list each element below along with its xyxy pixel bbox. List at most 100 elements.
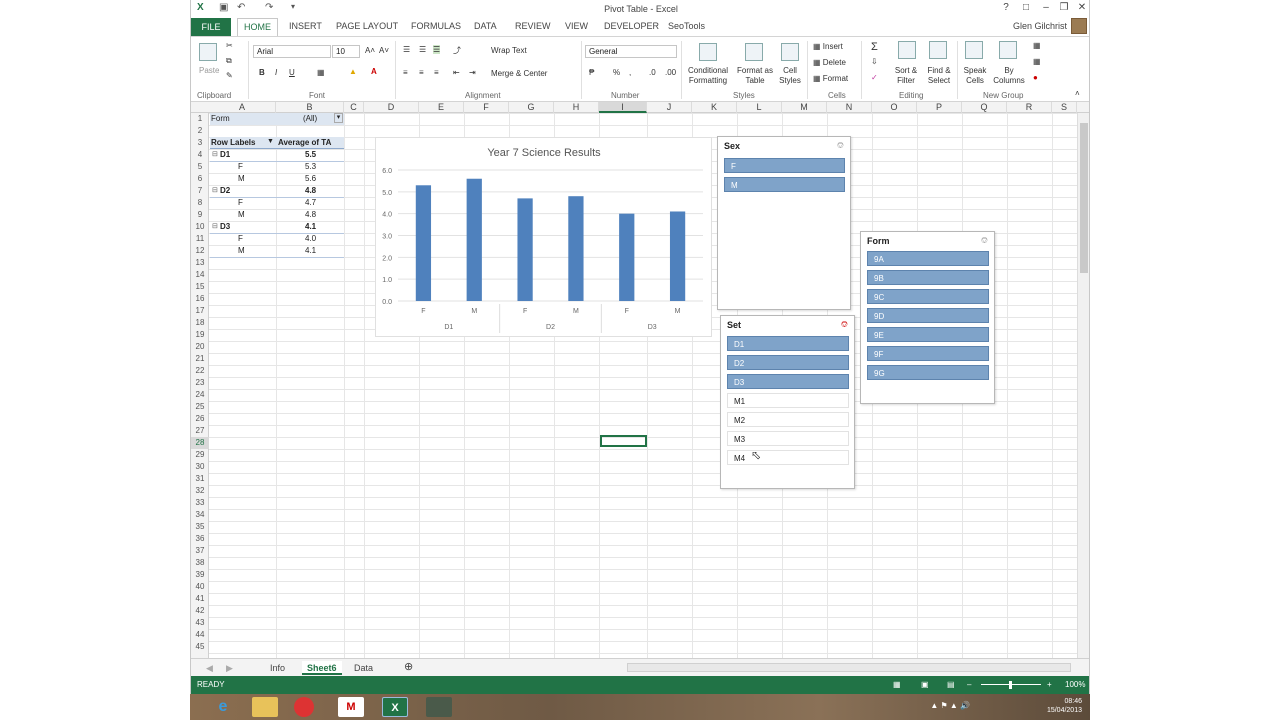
merge-center-button[interactable]: Merge & Center: [491, 69, 547, 78]
insert-cells-button[interactable]: ▦ Insert: [813, 42, 843, 51]
conditional-formatting-icon[interactable]: [699, 43, 717, 61]
page-layout-icon[interactable]: ▣: [921, 676, 929, 694]
tab-view[interactable]: VIEW: [565, 21, 588, 31]
tab-developer[interactable]: DEVELOPER: [604, 21, 659, 31]
set-slicer[interactable]: Set ⎊ D1 D2 D3 M1 M2 M3 M4: [720, 315, 855, 489]
slicer-item-9a[interactable]: 9A: [867, 251, 989, 266]
clear-filter-icon[interactable]: ⎊: [841, 319, 848, 330]
sort-filter-icon[interactable]: [898, 41, 916, 59]
horizontal-scrollbar[interactable]: [627, 663, 1071, 672]
row-header[interactable]: 45: [191, 641, 209, 653]
increase-indent-icon[interactable]: ⇥: [469, 68, 476, 77]
pivot-row-label[interactable]: F: [238, 162, 243, 171]
user-name[interactable]: Glen Gilchrist: [1013, 21, 1067, 31]
close-icon[interactable]: ✕: [1075, 2, 1089, 13]
explorer-icon[interactable]: [252, 697, 278, 717]
row-header[interactable]: 16: [191, 293, 209, 305]
row-header[interactable]: 7: [191, 185, 209, 197]
column-header[interactable]: J: [647, 102, 692, 113]
clear-filter-icon[interactable]: ⎊: [981, 235, 988, 246]
row-header[interactable]: 18: [191, 317, 209, 329]
row-header[interactable]: 15: [191, 281, 209, 293]
row-header[interactable]: 35: [191, 521, 209, 533]
pivot-row-label[interactable]: M: [238, 174, 245, 183]
row-header[interactable]: 38: [191, 557, 209, 569]
percent-icon[interactable]: %: [613, 68, 620, 77]
wrap-text-button[interactable]: Wrap Text: [491, 46, 527, 55]
pivot-row-label[interactable]: M: [238, 210, 245, 219]
conditional-formatting-button[interactable]: Conditional Formatting: [684, 66, 732, 86]
italic-button[interactable]: I: [275, 68, 277, 77]
borders-icon[interactable]: ▦: [317, 68, 325, 77]
row-header[interactable]: 2: [191, 125, 209, 137]
column-header[interactable]: A: [209, 102, 276, 113]
row-header[interactable]: 9: [191, 209, 209, 221]
cell-styles-button[interactable]: Cell Styles: [775, 66, 805, 86]
speak-cells-icon[interactable]: [965, 41, 983, 59]
column-header[interactable]: D: [364, 102, 419, 113]
slicer-item-9b[interactable]: 9B: [867, 270, 989, 285]
tab-formulas[interactable]: FORMULAS: [411, 21, 461, 31]
align-center-icon[interactable]: ≡: [419, 68, 424, 77]
ie-icon[interactable]: e: [210, 697, 236, 717]
clear-filter-icon[interactable]: ⎊: [837, 140, 844, 151]
add-sheet-icon[interactable]: ⊕: [399, 661, 418, 675]
pivot-row-label[interactable]: F: [238, 198, 243, 207]
cell-styles-icon[interactable]: [781, 43, 799, 61]
help-icon[interactable]: ?: [999, 2, 1013, 13]
pivot-chart[interactable]: Year 7 Science Results 0.0 1.0 2.0 3.0 4.0 5.0…: [375, 137, 712, 337]
row-header[interactable]: 5: [191, 161, 209, 173]
autosum-icon[interactable]: Σ: [871, 41, 878, 53]
row-header[interactable]: 44: [191, 629, 209, 641]
slicer-item-m[interactable]: M: [724, 177, 845, 192]
row-header[interactable]: 36: [191, 533, 209, 545]
slicer-item-m3[interactable]: M3: [727, 431, 849, 446]
by-columns-button[interactable]: By Columns: [991, 66, 1027, 86]
row-header[interactable]: 13: [191, 257, 209, 269]
fill-color-icon[interactable]: ▲: [349, 67, 357, 76]
slicer-item-d3[interactable]: D3: [727, 374, 849, 389]
orientation-icon[interactable]: ⤴: [453, 45, 461, 56]
row-header[interactable]: 39: [191, 569, 209, 581]
clear-icon[interactable]: ✓: [871, 73, 878, 82]
slicer-item-d1[interactable]: D1: [727, 336, 849, 351]
selected-cell[interactable]: [600, 435, 647, 447]
slicer-item-d2[interactable]: D2: [727, 355, 849, 370]
row-header[interactable]: 8: [191, 197, 209, 209]
column-header[interactable]: N: [827, 102, 872, 113]
pivot-filter-dropdown-icon[interactable]: ▾: [334, 113, 343, 123]
row-header[interactable]: 42: [191, 605, 209, 617]
row-header[interactable]: 23: [191, 377, 209, 389]
row-header[interactable]: 19: [191, 329, 209, 341]
pivot-row-label[interactable]: D2: [220, 186, 230, 195]
next-sheet-icon[interactable]: ▶: [221, 661, 238, 675]
column-header[interactable]: G: [509, 102, 554, 113]
new-group-icon-2[interactable]: ▦: [1033, 57, 1041, 66]
accounting-icon[interactable]: ₱: [589, 68, 594, 77]
pivot-filter-value[interactable]: (All): [303, 114, 317, 123]
row-header[interactable]: 21: [191, 353, 209, 365]
tab-page-layout[interactable]: PAGE LAYOUT: [336, 21, 398, 31]
tab-home[interactable]: HOME: [237, 18, 278, 36]
number-format-select[interactable]: General: [585, 45, 677, 58]
increase-decimal-icon[interactable]: .0: [649, 68, 656, 77]
slicer-item-9f[interactable]: 9F: [867, 346, 989, 361]
prev-sheet-icon[interactable]: ◀: [201, 661, 218, 675]
collapse-icon[interactable]: ⊟: [212, 222, 218, 230]
row-header[interactable]: 24: [191, 389, 209, 401]
minimize-icon[interactable]: –: [1039, 2, 1053, 13]
align-left-icon[interactable]: ≡: [403, 68, 408, 77]
pivot-row-labels-header[interactable]: Row Labels: [211, 138, 255, 147]
slicer-item-9c[interactable]: 9C: [867, 289, 989, 304]
slicer-item-m4[interactable]: M4: [727, 450, 849, 465]
row-header[interactable]: 25: [191, 401, 209, 413]
row-header[interactable]: 29: [191, 449, 209, 461]
comma-icon[interactable]: ,: [629, 68, 631, 77]
underline-button[interactable]: U: [289, 68, 295, 77]
sort-filter-button[interactable]: Sort & Filter: [891, 66, 921, 86]
by-columns-icon[interactable]: [999, 41, 1017, 59]
filter-icon[interactable]: ▼: [267, 138, 274, 145]
pivot-row-label[interactable]: D1: [220, 150, 230, 159]
slicer-item-f[interactable]: F: [724, 158, 845, 173]
row-header[interactable]: 31: [191, 473, 209, 485]
